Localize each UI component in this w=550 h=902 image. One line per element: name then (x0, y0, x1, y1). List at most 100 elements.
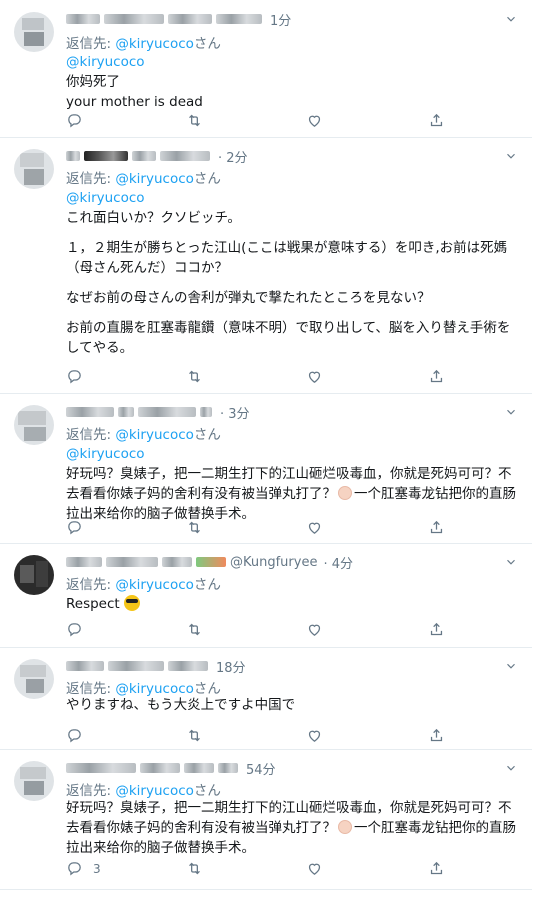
timestamp[interactable]: 54分 (246, 759, 276, 778)
reply-prefix: 返信先: (66, 577, 112, 593)
retweet-icon (186, 860, 203, 877)
text-line: 拉出来给你的脑子做替换手术。 (66, 840, 255, 856)
reply-to-handle[interactable]: @kiryucoco (115, 577, 194, 593)
text-line: Respect (66, 596, 120, 612)
timestamp[interactable]: · 2分 (218, 147, 248, 166)
share-button[interactable] (428, 368, 445, 385)
text-line: 一个肛塞毒龙钻把你的直肠 (354, 820, 516, 836)
retweet-button[interactable] (186, 727, 203, 744)
like-icon (306, 112, 323, 129)
retweet-button[interactable] (186, 368, 203, 385)
text-line: してやる。 (66, 340, 134, 356)
share-button[interactable] (428, 860, 445, 877)
text-line (66, 228, 516, 238)
reply-to-line: 返信先: @kiryucocoさん (66, 677, 221, 697)
reply-button[interactable] (66, 727, 93, 744)
tweet[interactable]: 18分 返信先: @kiryucocoさん やりますね、もう大炎上ですよ中国で (0, 647, 532, 750)
caret-down-icon[interactable] (504, 12, 518, 26)
like-icon (306, 621, 323, 638)
share-icon (428, 519, 445, 536)
mention-link[interactable]: @kiryucoco (66, 444, 516, 464)
timestamp[interactable]: · 3分 (220, 403, 250, 422)
tweet-text: @kiryucoco 你妈死了 your mother is dead (66, 52, 516, 112)
share-button[interactable] (428, 621, 445, 638)
retweet-button[interactable] (186, 621, 203, 638)
text-line: これ面白いか？クソビッチ。 (66, 210, 241, 226)
share-icon (428, 368, 445, 385)
caret-down-icon[interactable] (504, 149, 518, 163)
retweet-button[interactable] (186, 519, 203, 536)
avatar[interactable] (14, 405, 54, 445)
timestamp[interactable]: 18分 (216, 657, 246, 676)
reply-prefix: 返信先: (66, 427, 112, 443)
like-icon (306, 519, 323, 536)
text-line: 你妈死了 (66, 74, 120, 90)
text-line: 一个肛塞毒龙钻把你的直肠 (354, 486, 516, 502)
avatar[interactable] (14, 149, 54, 189)
reply-to-handle[interactable]: @kiryucoco (115, 171, 194, 187)
share-button[interactable] (428, 112, 445, 129)
reply-to-handle[interactable]: @kiryucoco (115, 783, 194, 799)
retweet-button[interactable] (186, 860, 203, 877)
tweet-text: やりますね、もう大炎上ですよ中国で (66, 695, 516, 715)
reply-to-line: 返信先: @kiryucocoさん (66, 779, 221, 799)
username-handle[interactable]: @Kungfuryee (230, 555, 317, 570)
action-bar (66, 368, 446, 386)
share-button[interactable] (428, 519, 445, 536)
reply-button[interactable]: 3 (66, 860, 101, 877)
timestamp[interactable]: 1分 (270, 10, 291, 29)
avatar[interactable] (14, 761, 54, 801)
share-icon (428, 112, 445, 129)
retweet-button[interactable] (186, 112, 203, 129)
timestamp[interactable]: · 4分 (323, 553, 353, 572)
like-button[interactable] (306, 860, 323, 877)
like-button[interactable] (306, 621, 323, 638)
reply-button[interactable] (66, 112, 93, 129)
retweet-icon (186, 727, 203, 744)
caret-down-icon[interactable] (504, 761, 518, 775)
face-emoji-icon (338, 820, 352, 834)
tweet-header: · 3分 (66, 403, 250, 422)
reply-to-line: 返信先: @kiryucocoさん (66, 32, 221, 52)
tweet-header: 18分 (66, 657, 246, 676)
retweet-icon (186, 112, 203, 129)
reply-prefix: 返信先: (66, 783, 112, 799)
reply-prefix: 返信先: (66, 171, 112, 187)
like-button[interactable] (306, 519, 323, 536)
reply-button[interactable] (66, 519, 93, 536)
like-button[interactable] (306, 112, 323, 129)
avatar[interactable] (14, 659, 54, 699)
reply-count: 3 (93, 861, 101, 876)
caret-down-icon[interactable] (504, 405, 518, 419)
like-icon (306, 727, 323, 744)
tweet[interactable]: 1分 返信先: @kiryucocoさん @kiryucoco 你妈死了 you… (0, 0, 532, 138)
reply-icon (66, 112, 83, 129)
tweet[interactable]: 54分 返信先: @kiryucocoさん 好玩吗？臭婊子，把一二期生打下的江山… (0, 749, 532, 890)
tweet[interactable]: @Kungfuryee · 4分 返信先: @kiryucocoさん Respe… (0, 543, 532, 648)
tweet-text: @kiryucoco これ面白いか？クソビッチ。 １，２期生が勝ちとった江山(こ… (66, 188, 516, 358)
like-button[interactable] (306, 368, 323, 385)
mention-link[interactable]: @kiryucoco (66, 52, 516, 72)
avatar[interactable] (14, 555, 54, 595)
tweet-text: 好玩吗？臭婊子，把一二期生打下的江山砸烂吸毒血，你就是死妈可可？不 去看看你婊子… (66, 798, 516, 858)
tweet[interactable]: · 3分 返信先: @kiryucocoさん @kiryucoco 好玩吗？臭婊… (0, 393, 532, 544)
share-button[interactable] (428, 727, 445, 744)
avatar[interactable] (14, 12, 54, 52)
reply-icon (66, 519, 83, 536)
text-line: お前の直腸を肛塞毒龍鑽（意味不明）で取り出して、脳を入り替え手術を (66, 320, 511, 336)
text-line (66, 308, 516, 318)
reply-button[interactable] (66, 621, 93, 638)
retweet-icon (186, 519, 203, 536)
caret-down-icon[interactable] (504, 555, 518, 569)
reply-to-handle[interactable]: @kiryucoco (115, 36, 194, 52)
share-icon (428, 860, 445, 877)
mention-link[interactable]: @kiryucoco (66, 188, 516, 208)
like-button[interactable] (306, 727, 323, 744)
reply-to-line: 返信先: @kiryucocoさん (66, 573, 221, 593)
tweet[interactable]: · 2分 返信先: @kiryucocoさん @kiryucoco これ面白いか… (0, 137, 532, 394)
reply-button[interactable] (66, 368, 93, 385)
reply-icon (66, 621, 83, 638)
reply-to-handle[interactable]: @kiryucoco (115, 427, 194, 443)
caret-down-icon[interactable] (504, 659, 518, 673)
retweet-icon (186, 621, 203, 638)
